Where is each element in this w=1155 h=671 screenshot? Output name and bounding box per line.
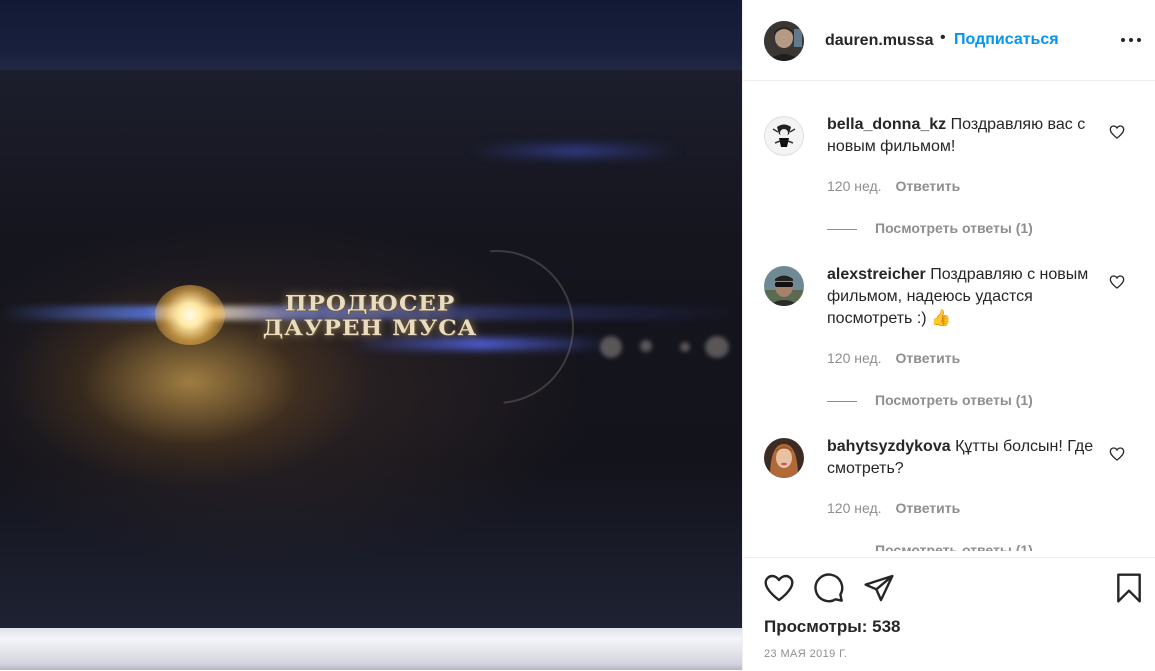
commenter-avatar[interactable]	[764, 266, 804, 306]
header-separator: •	[940, 29, 946, 47]
author-avatar-image	[764, 21, 804, 61]
view-replies-label: Посмотреть ответы (1)	[875, 542, 1033, 551]
lens-flare-dot	[680, 342, 690, 352]
comment-bubble-icon[interactable]	[813, 572, 845, 604]
view-replies-button[interactable]: Посмотреть ответы (1)	[827, 392, 1033, 408]
comment-username[interactable]: alexstreicher	[827, 266, 926, 283]
credit-line-2: ДАУРЕН МУСА	[225, 316, 515, 341]
commenter-avatar-image	[764, 116, 804, 156]
comment-username[interactable]: bella_donna_kz	[827, 116, 946, 133]
view-replies-label: Посмотреть ответы (1)	[875, 220, 1033, 236]
reply-button[interactable]: Ответить	[896, 350, 961, 366]
view-replies-button[interactable]: Посмотреть ответы (1)	[827, 220, 1033, 236]
post-media[interactable]: ПРОДЮСЕР ДАУРЕН МУСА	[0, 0, 742, 670]
comment-text: alexstreicher Поздравляю с новым фильмом…	[827, 264, 1099, 330]
comment-age: 120 нед.	[827, 178, 882, 194]
view-replies-button[interactable]: Посмотреть ответы (1)	[827, 542, 1033, 551]
commenter-avatar-image	[764, 438, 804, 478]
view-replies-label: Посмотреть ответы (1)	[875, 392, 1033, 408]
heart-icon[interactable]	[763, 572, 795, 604]
replies-divider-line	[827, 401, 857, 402]
comment-text: bahytsyzdykova Құтты болсын! Где смотрет…	[827, 436, 1099, 480]
comment-username[interactable]: bahytsyzdykova	[827, 438, 951, 455]
reply-button[interactable]: Ответить	[896, 178, 961, 194]
more-options-icon[interactable]	[1121, 38, 1141, 44]
credit-line-1: ПРОДЮСЕР	[225, 291, 515, 316]
comment-meta: 120 нед. Ответить	[827, 350, 960, 366]
post-side-panel: dauren.mussa • Подписаться bella_donna_k…	[742, 0, 1155, 670]
comment-meta: 120 нед. Ответить	[827, 178, 960, 194]
follow-button[interactable]: Подписаться	[954, 30, 1059, 50]
author-username[interactable]: dauren.mussa	[825, 31, 933, 51]
reply-button[interactable]: Ответить	[896, 500, 961, 516]
media-letterbox-top	[0, 0, 742, 75]
comments-list[interactable]: bella_donna_kz Поздравляю вас с новым фи…	[743, 81, 1155, 551]
comment-meta: 120 нед. Ответить	[827, 500, 960, 516]
comment-age: 120 нед.	[827, 350, 882, 366]
lens-flare-dot	[600, 336, 622, 358]
like-comment-heart-icon[interactable]	[1109, 274, 1125, 290]
lens-flare-core	[155, 285, 225, 345]
paper-plane-icon[interactable]	[863, 572, 895, 604]
post-date[interactable]: 23 МАЯ 2019 Г.	[764, 648, 848, 660]
lens-flare-dot	[705, 336, 729, 358]
bookmark-icon[interactable]	[1113, 572, 1145, 604]
video-credit-text: ПРОДЮСЕР ДАУРЕН МУСА	[225, 291, 515, 340]
replies-divider-line	[827, 229, 857, 230]
like-comment-heart-icon[interactable]	[1109, 124, 1125, 140]
post-header: dauren.mussa • Подписаться	[743, 0, 1155, 81]
comment-text: bella_donna_kz Поздравляю вас с новым фи…	[827, 114, 1099, 158]
lens-flare-dot	[640, 340, 652, 352]
commenter-avatar[interactable]	[764, 116, 804, 156]
comment-age: 120 нед.	[827, 500, 882, 516]
like-comment-heart-icon[interactable]	[1109, 446, 1125, 462]
views-count: Просмотры: 538	[764, 617, 901, 637]
post-actions-footer: Просмотры: 538 23 МАЯ 2019 Г.	[743, 557, 1155, 671]
commenter-avatar-image	[764, 266, 804, 306]
lens-flare-streak	[470, 145, 680, 157]
commenter-avatar[interactable]	[764, 438, 804, 478]
author-avatar[interactable]	[764, 21, 804, 61]
media-letterbox-bottom	[0, 628, 742, 670]
